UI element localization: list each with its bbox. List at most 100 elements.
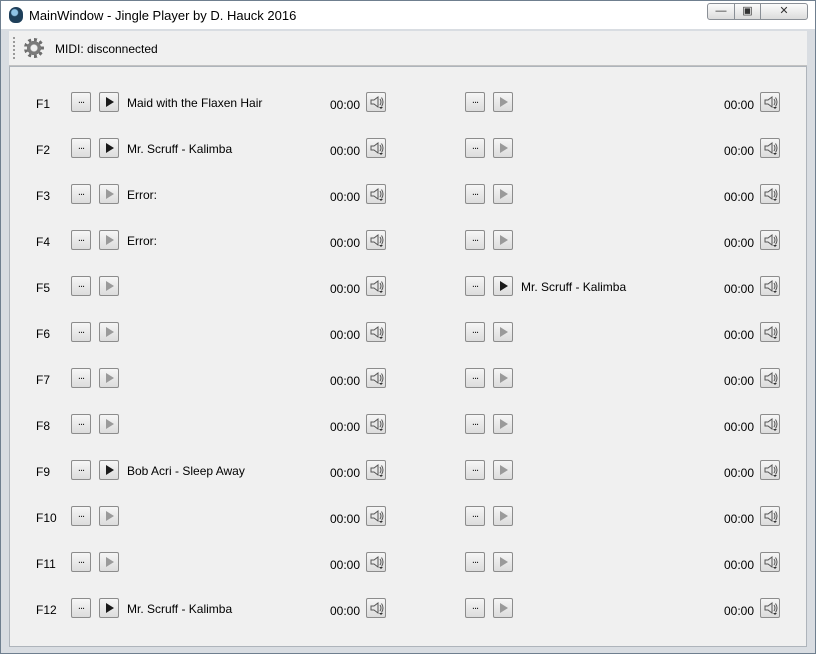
left-volume-button[interactable] [366,414,386,434]
left-track-name: Maid with the Flaxen Hair [127,96,263,110]
left-play-button[interactable] [99,506,119,526]
jingle-grid: F1... Maid with the Flaxen Hair 00:00... 00… [9,66,807,647]
right-volume-button[interactable] [760,184,780,204]
right-volume-button[interactable] [760,368,780,388]
right-volume-button[interactable] [760,138,780,158]
left-browse-button[interactable]: ... [71,552,91,572]
left-browse-button[interactable]: ... [71,460,91,480]
right-time-display: 00:00 [724,98,755,112]
left-browse-button[interactable]: ... [71,322,91,342]
left-play-button[interactable] [99,322,119,342]
left-volume-button[interactable] [366,138,386,158]
left-volume-button[interactable] [366,276,386,296]
maximize-button[interactable]: ▣ [734,3,761,20]
right-volume-button[interactable] [760,414,780,434]
left-browse-button[interactable]: ... [71,276,91,296]
hotkey-label: F3 [36,189,51,203]
right-browse-button[interactable]: ... [465,230,485,250]
left-volume-button[interactable] [366,460,386,480]
left-play-button[interactable] [99,184,119,204]
right-play-button[interactable] [493,552,513,572]
right-play-button[interactable] [493,506,513,526]
right-browse-button[interactable]: ... [465,414,485,434]
right-volume-button[interactable] [760,506,780,526]
right-play-button[interactable] [493,598,513,618]
left-track-name: Error: [127,234,157,248]
left-play-button[interactable] [99,552,119,572]
right-volume-button[interactable] [760,92,780,112]
left-volume-button[interactable] [366,184,386,204]
right-volume-button[interactable] [760,230,780,250]
right-play-button[interactable] [493,322,513,342]
hotkey-label: F10 [36,511,57,525]
left-play-button[interactable] [99,598,119,618]
right-track-name: Mr. Scruff - Kalimba [521,280,627,294]
left-track-name: Mr. Scruff - Kalimba [127,602,233,616]
left-play-button[interactable] [99,460,119,480]
left-browse-button[interactable]: ... [71,414,91,434]
minimize-button[interactable]: — [707,3,735,20]
jingle-row-f5: F5... 00:00... Mr. Scruff - Kalimba 00:00 [10,276,806,300]
left-time-display: 00:00 [330,466,361,480]
right-play-button[interactable] [493,184,513,204]
hotkey-label: F7 [36,373,51,387]
left-volume-button[interactable] [366,506,386,526]
toolbar-grip[interactable] [13,37,15,59]
right-play-button[interactable] [493,92,513,112]
left-volume-button[interactable] [366,92,386,112]
left-volume-button[interactable] [366,598,386,618]
gear-icon[interactable] [24,38,44,58]
jingle-row-f10: F10... 00:00... 00:00 [10,506,806,530]
left-browse-button[interactable]: ... [71,598,91,618]
left-browse-button[interactable]: ... [71,506,91,526]
left-volume-button[interactable] [366,322,386,342]
left-volume-button[interactable] [366,368,386,388]
right-browse-button[interactable]: ... [465,184,485,204]
right-browse-button[interactable]: ... [465,506,485,526]
left-play-button[interactable] [99,92,119,112]
right-play-button[interactable] [493,276,513,296]
left-volume-button[interactable] [366,230,386,250]
left-browse-button[interactable]: ... [71,230,91,250]
right-browse-button[interactable]: ... [465,552,485,572]
right-volume-button[interactable] [760,276,780,296]
right-time-display: 00:00 [724,282,755,296]
right-volume-button[interactable] [760,598,780,618]
right-browse-button[interactable]: ... [465,138,485,158]
right-time-display: 00:00 [724,236,755,250]
left-play-button[interactable] [99,368,119,388]
right-volume-button[interactable] [760,552,780,572]
title-bar: MainWindow - Jingle Player by D. Hauck 2… [1,1,815,29]
left-browse-button[interactable]: ... [71,368,91,388]
right-time-display: 00:00 [724,190,755,204]
right-browse-button[interactable]: ... [465,368,485,388]
left-volume-button[interactable] [366,552,386,572]
left-track-name: Mr. Scruff - Kalimba [127,142,233,156]
right-volume-button[interactable] [760,460,780,480]
hotkey-label: F4 [36,235,51,249]
left-time-display: 00:00 [330,190,361,204]
hotkey-label: F5 [36,281,51,295]
right-browse-button[interactable]: ... [465,322,485,342]
left-time-display: 00:00 [330,604,361,618]
right-play-button[interactable] [493,414,513,434]
right-play-button[interactable] [493,138,513,158]
right-browse-button[interactable]: ... [465,92,485,112]
right-browse-button[interactable]: ... [465,276,485,296]
jingle-row-f8: F8... 00:00... 00:00 [10,414,806,438]
right-play-button[interactable] [493,460,513,480]
left-play-button[interactable] [99,276,119,296]
left-browse-button[interactable]: ... [71,184,91,204]
right-browse-button[interactable]: ... [465,598,485,618]
toolbar: MIDI: disconnected [9,31,807,66]
right-volume-button[interactable] [760,322,780,342]
right-play-button[interactable] [493,230,513,250]
left-browse-button[interactable]: ... [71,92,91,112]
right-browse-button[interactable]: ... [465,460,485,480]
left-browse-button[interactable]: ... [71,138,91,158]
left-play-button[interactable] [99,138,119,158]
right-play-button[interactable] [493,368,513,388]
left-play-button[interactable] [99,414,119,434]
close-button[interactable]: ✕ [760,3,808,20]
left-play-button[interactable] [99,230,119,250]
